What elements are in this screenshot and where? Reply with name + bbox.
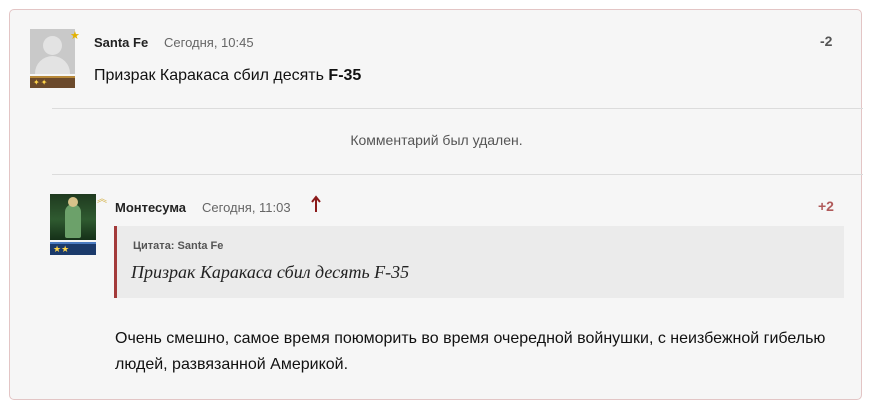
comment-time[interactable]: Сегодня, 10:45 <box>164 35 254 50</box>
quote-author: Цитата: Santa Fe <box>133 240 224 252</box>
chevron-rank-icon: ︽ <box>97 194 107 205</box>
user-avatar-image <box>50 194 96 240</box>
reply-arrow-icon[interactable] <box>310 195 322 213</box>
comment-text: Очень смешно, самое время поюморить во в… <box>115 330 826 373</box>
username[interactable]: Santa Fe <box>94 35 148 50</box>
rank-badge-icon: ★★ <box>50 242 96 255</box>
quote-block: Цитата: Santa Fe Призрак Каракаса сбил д… <box>114 226 844 298</box>
default-user-avatar <box>30 29 75 74</box>
divider <box>52 174 863 175</box>
rank-badge-icon: ✦✦ <box>30 76 75 88</box>
comment-time[interactable]: Сегодня, 11:03 <box>202 200 291 215</box>
comment-text: Призрак Каракаса сбил десять F-35 <box>94 67 362 84</box>
comment-rating: -2 <box>820 33 833 49</box>
divider <box>52 108 863 109</box>
quote-text: Призрак Каракаса сбил десять F-35 <box>131 262 410 282</box>
comment-rating: +2 <box>818 198 834 214</box>
comments-panel: ★ ✦✦ Santa Fe Сегодня, 10:45 -2 Призрак … <box>9 9 863 400</box>
avatar[interactable]: ★ ✦✦ <box>30 29 80 89</box>
deleted-comment-notice: Комментарий был удален. <box>350 132 523 148</box>
username[interactable]: Монтесума <box>115 200 186 215</box>
star-icon: ★ <box>70 30 80 42</box>
avatar[interactable]: ︽ ★★ <box>50 194 107 256</box>
